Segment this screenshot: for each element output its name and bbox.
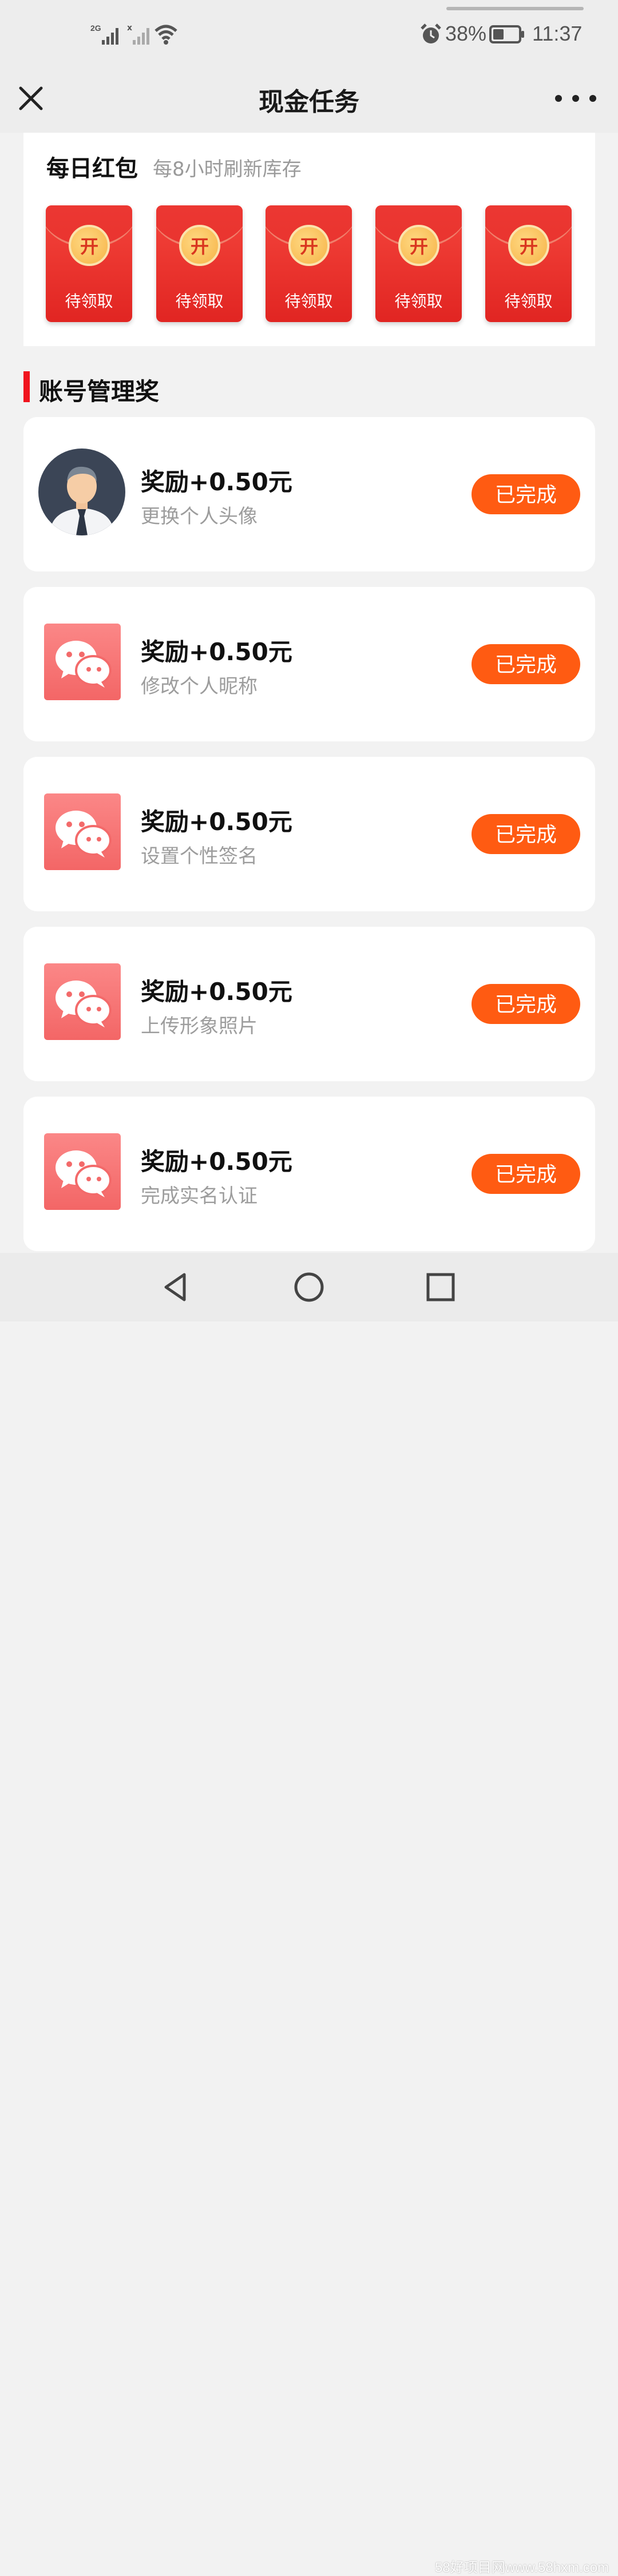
wechat-icon (44, 793, 121, 870)
task-reward: 奖励+0.50元 (141, 1148, 292, 1176)
red-packet-envelope[interactable]: 开 待领取 (156, 205, 243, 322)
task-name: 更换个人头像 (141, 505, 258, 528)
task-name: 上传形象照片 (141, 1015, 258, 1038)
task-card: 奖励+0.50元 修改个人昵称 已完成 (23, 587, 595, 741)
wechat-icon (44, 1133, 121, 1210)
task-name: 设置个性签名 (141, 845, 258, 868)
recents-square-icon[interactable] (423, 1270, 458, 1304)
wechat-icon (44, 963, 121, 1040)
red-packet-status: 待领取 (394, 292, 443, 311)
red-packet-status: 待领取 (175, 292, 224, 311)
gesture-handle (446, 7, 584, 10)
open-coin-icon: 开 (69, 225, 110, 266)
open-coin-icon: 开 (508, 225, 549, 266)
home-circle-icon[interactable] (292, 1270, 326, 1304)
section-title: 账号管理奖 (39, 378, 160, 406)
alarm-icon (421, 23, 441, 43)
more-icon[interactable] (555, 87, 596, 110)
svg-text:2G: 2G (90, 23, 101, 33)
red-packet-envelope[interactable]: 开 待领取 (266, 205, 352, 322)
red-packet-status: 待领取 (65, 292, 113, 311)
completed-button[interactable]: 已完成 (472, 1154, 580, 1194)
red-packet-status: 待领取 (284, 292, 333, 311)
back-triangle-icon[interactable] (159, 1270, 193, 1304)
open-coin-icon: 开 (398, 225, 439, 266)
system-nav-bar: 58好项目网www.58hxm.com (0, 1253, 618, 2575)
open-coin-icon: 开 (179, 225, 220, 266)
avatar-icon (38, 448, 125, 535)
battery-percent: 38% (445, 22, 487, 45)
open-coin-icon: 开 (288, 225, 330, 266)
watermark-text: 58好项目网www.58hxm.com (435, 2560, 609, 2575)
daily-red-packet-subtitle: 每8小时刷新库存 (153, 158, 302, 181)
task-name: 修改个人昵称 (141, 675, 258, 698)
section-accent-bar (23, 371, 30, 402)
daily-red-packet-card: 每日红包 每8小时刷新库存 开 待领取 开 待领取 开 待领取 开 待领取 开 … (23, 133, 595, 346)
task-name: 完成实名认证 (141, 1185, 258, 1208)
task-card: 奖励+0.50元 完成实名认证 已完成 (23, 1097, 595, 1251)
signal-icon: 2G (90, 23, 118, 45)
clock-time: 11:37 (532, 22, 583, 45)
completed-button[interactable]: 已完成 (472, 644, 580, 684)
daily-red-packet-title: 每日红包 (46, 156, 138, 182)
signal-no-service-icon: x (127, 23, 149, 45)
title-bar: 现金任务 (0, 69, 618, 133)
task-reward: 奖励+0.50元 (141, 468, 292, 496)
task-reward: 奖励+0.50元 (141, 638, 292, 666)
task-card: 奖励+0.50元 设置个性签名 已完成 (23, 757, 595, 911)
red-packet-envelope[interactable]: 开 待领取 (375, 205, 462, 322)
completed-button[interactable]: 已完成 (472, 474, 580, 514)
task-reward: 奖励+0.50元 (141, 808, 292, 836)
status-bar: 2G x 38% 11:37 (0, 0, 618, 69)
wifi-icon (154, 25, 177, 45)
page-title: 现金任务 (259, 88, 359, 117)
battery-icon (489, 25, 524, 43)
red-packet-envelope[interactable]: 开 待领取 (46, 205, 132, 322)
completed-button[interactable]: 已完成 (472, 814, 580, 854)
red-packet-envelope[interactable]: 开 待领取 (485, 205, 572, 322)
task-card: 奖励+0.50元 更换个人头像 已完成 (23, 417, 595, 571)
task-card: 奖励+0.50元 上传形象照片 已完成 (23, 927, 595, 1081)
red-packet-status: 待领取 (504, 292, 553, 311)
task-reward: 奖励+0.50元 (141, 978, 292, 1006)
svg-text:x: x (127, 23, 132, 33)
completed-button[interactable]: 已完成 (472, 984, 580, 1024)
wechat-icon (44, 624, 121, 700)
